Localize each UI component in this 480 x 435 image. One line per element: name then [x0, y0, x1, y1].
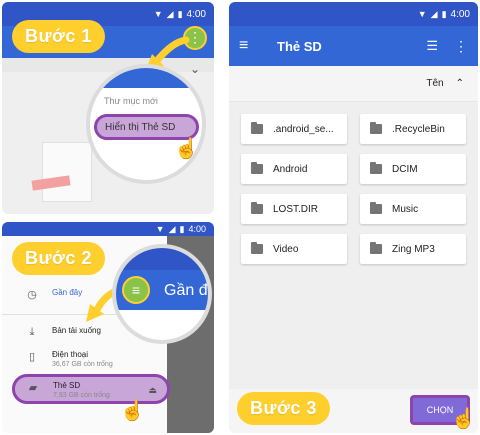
drawer-item-phone[interactable]: ▯ Điện thoại 36,67 GB còn trống	[2, 350, 167, 368]
step2-panel: ▼ ◢ ▮ 4:00 ◷ Gần đây ⤓ Bản tải xuống ▯ Đ…	[2, 222, 214, 433]
step-badge: Bước 2	[12, 242, 105, 275]
folder-name: Music	[392, 203, 419, 215]
status-bar: ▼ ◢ ▮ 4:00	[2, 222, 214, 236]
folder-icon	[251, 162, 263, 174]
app-toolbar: ≡ Thẻ SD ☰ ⋮	[229, 26, 478, 66]
drawer-item-sd-card[interactable]: ▰ Thẻ SD 7,93 GB còn trống ⏏	[12, 374, 170, 404]
page-title: Thẻ SD	[277, 38, 322, 54]
drawer-item-phone-label: Điện thoại	[52, 350, 89, 359]
status-time: 4:00	[186, 8, 206, 20]
folder-icon	[251, 122, 263, 134]
battery-icon: ▮	[177, 8, 183, 19]
chevron-up-icon[interactable]: ⌃	[456, 78, 464, 89]
folder-item[interactable]: Video	[241, 234, 347, 264]
folder-grid: .android_se... .RecycleBin Android DCIM …	[241, 114, 466, 264]
drawer-item-sd-card-label: Thẻ SD	[53, 381, 81, 390]
folder-item[interactable]: Music	[360, 194, 466, 224]
step3-panel: ▼ ◢ ▮ 4:00 ≡ Thẻ SD ☰ ⋮ Tên ⌃ .android_s…	[229, 2, 478, 433]
folder-name: Android	[273, 163, 308, 175]
folder-item[interactable]: DCIM	[360, 154, 466, 184]
drawer-item-phone-free: 36,67 GB còn trống	[52, 361, 113, 368]
more-options-icon[interactable]: ⋮	[454, 38, 468, 55]
sort-label[interactable]: Tên	[426, 78, 443, 89]
wifi-icon: ▼	[155, 224, 165, 234]
sort-bar: Tên ⌃	[229, 66, 478, 102]
folder-item[interactable]: Android	[241, 154, 347, 184]
folder-name: LOST.DIR	[273, 203, 319, 215]
menu-item-new-folder[interactable]: Thư mục mới	[104, 96, 158, 106]
hamburger-menu-button[interactable]: ≡	[122, 276, 150, 304]
sd-card-icon: ▰	[28, 382, 38, 394]
magnified-status-bar	[116, 248, 208, 270]
step-badge: Bước 3	[237, 392, 330, 425]
folder-name: Video	[273, 243, 299, 255]
step1-panel: ▼ ◢ ▮ 4:00 ⌄ ⋮ Bước 1 Thư mục mới Hiển t…	[2, 2, 214, 214]
folder-icon	[370, 202, 382, 214]
folder-icon	[251, 202, 263, 214]
hamburger-menu-icon[interactable]: ≡	[239, 37, 267, 55]
magnifier-callout: ≡ Gần đây	[112, 244, 212, 344]
hand-pointer-icon: ☝	[174, 138, 199, 160]
folder-name: Zing MP3	[392, 243, 435, 255]
signal-icon: ◢	[168, 223, 176, 234]
folder-icon	[370, 122, 382, 134]
signal-icon: ◢	[166, 8, 174, 19]
magnified-title: Gần đây	[164, 282, 208, 299]
hand-pointer-icon: ☝	[451, 408, 476, 430]
folder-icon	[370, 162, 382, 174]
folder-item[interactable]: .RecycleBin	[360, 114, 466, 144]
phone-icon: ▯	[28, 351, 36, 363]
wifi-icon: ▼	[417, 9, 427, 19]
eject-icon[interactable]: ⏏	[148, 385, 157, 396]
folder-item[interactable]: LOST.DIR	[241, 194, 347, 224]
drawer-item-sd-card-free: 7,93 GB còn trống	[53, 392, 110, 399]
menu-item-show-sd-card-label: Hiển thị Thẻ SD	[105, 121, 176, 133]
folder-name: DCIM	[392, 163, 418, 175]
folder-icon	[251, 242, 263, 254]
drawer-item-downloads-label: Bản tải xuống	[52, 326, 101, 335]
status-time: 4:00	[450, 8, 470, 20]
drawer-item-recent-label: Gần đây	[52, 288, 83, 297]
step-badge: Bước 1	[12, 20, 105, 53]
download-icon: ⤓	[29, 326, 35, 338]
folder-name: .android_se...	[273, 123, 334, 135]
folder-name: .RecycleBin	[392, 123, 445, 135]
status-bar: ▼ ◢ ▮ 4:00	[229, 2, 478, 26]
wifi-icon: ▼	[153, 9, 163, 19]
battery-icon: ▮	[441, 8, 447, 19]
signal-icon: ◢	[430, 8, 438, 19]
clock-icon: ◷	[27, 289, 37, 301]
battery-icon: ▮	[179, 223, 185, 234]
list-view-icon[interactable]: ☰	[426, 38, 438, 54]
empty-state-illustration	[42, 142, 92, 202]
magnifier-callout: Thư mục mới Hiển thị Thẻ SD ☝	[86, 64, 206, 184]
hand-pointer-icon: ☝	[120, 400, 145, 422]
status-time: 4:00	[188, 224, 206, 234]
folder-item[interactable]: Zing MP3	[360, 234, 466, 264]
folder-icon	[370, 242, 382, 254]
magnified-toolbar	[90, 68, 202, 88]
folder-item[interactable]: .android_se...	[241, 114, 347, 144]
